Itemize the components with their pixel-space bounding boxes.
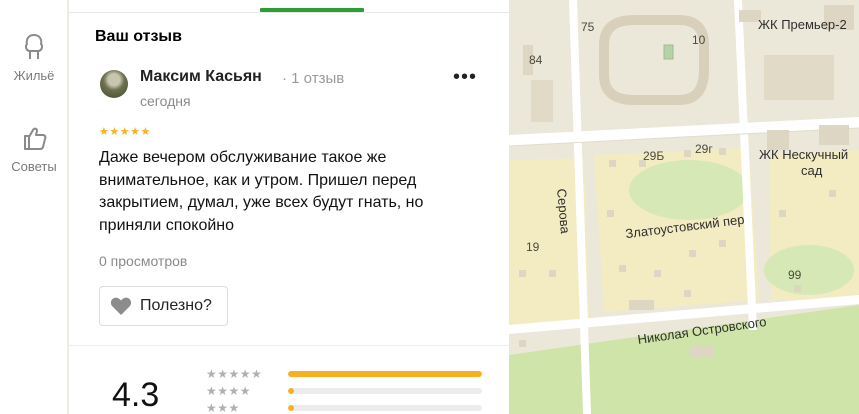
distribution-fill bbox=[288, 405, 294, 411]
overall-rating: 4.3 bbox=[112, 376, 160, 414]
distribution-stars: ★★★★★ bbox=[206, 367, 263, 381]
review-panel: Ваш отзыв Максим Касьян · 1 отзыв сегодн… bbox=[69, 0, 509, 414]
distribution-track bbox=[288, 371, 482, 377]
left-rail: Жильё Советы bbox=[0, 0, 68, 414]
distribution-track bbox=[288, 405, 482, 411]
map-building-label: 19 bbox=[526, 240, 540, 254]
more-options-icon[interactable]: ••• bbox=[453, 67, 477, 94]
distribution-stars: ★★★ bbox=[206, 401, 240, 414]
distribution-fill bbox=[288, 371, 482, 377]
map-building-label: 99 bbox=[788, 268, 802, 282]
rail-item-label: Жильё bbox=[13, 68, 55, 83]
heart-icon bbox=[110, 297, 132, 315]
map-view[interactable]: 75 10 84 ЖК Премьер-2 29Б 29г ЖК Нескучн… bbox=[509, 0, 859, 414]
map-building-label: 84 bbox=[529, 53, 543, 67]
reviews-count-text: 1 отзыв bbox=[291, 70, 345, 87]
views-count: 0 просмотров bbox=[99, 253, 188, 269]
distribution-fill bbox=[288, 388, 294, 394]
rail-item-label: Советы bbox=[11, 159, 57, 174]
avatar[interactable] bbox=[100, 70, 128, 98]
rail-item-tips[interactable]: Советы bbox=[0, 123, 68, 174]
map-poi-label[interactable]: сад bbox=[801, 163, 822, 178]
map-poi-label[interactable]: ЖК Премьер-2 bbox=[758, 17, 847, 32]
distribution-stars: ★★★★ bbox=[206, 384, 252, 398]
map-building-label: 29г bbox=[695, 142, 713, 156]
useful-button[interactable]: Полезно? bbox=[99, 286, 228, 326]
housing-icon bbox=[25, 34, 43, 59]
review-stars: ★★★★★ bbox=[99, 126, 151, 138]
rating-distribution-row: ★★★ bbox=[206, 401, 506, 414]
tab-divider bbox=[69, 12, 509, 13]
map-building-label: 75 bbox=[581, 20, 595, 34]
author-name[interactable]: Максим Касьян bbox=[140, 68, 262, 86]
distribution-track bbox=[288, 388, 482, 394]
map-building-label: 29Б bbox=[643, 149, 665, 163]
thumbs-up-icon bbox=[24, 127, 47, 150]
review-date: сегодня bbox=[140, 93, 191, 109]
map-building-label: 10 bbox=[692, 33, 706, 47]
useful-button-label: Полезно? bbox=[140, 297, 212, 314]
rating-distribution-row: ★★★★ bbox=[206, 384, 506, 398]
rating-distribution-row: ★★★★★ bbox=[206, 367, 506, 381]
author-reviews-count: · 1 отзыв bbox=[282, 70, 345, 87]
active-tab-indicator bbox=[260, 8, 364, 12]
map-poi-label[interactable]: ЖК Нескучный bbox=[759, 147, 848, 162]
review-text: Даже вечером обслуживание такое же внима… bbox=[99, 149, 424, 234]
section-title: Ваш отзыв bbox=[95, 28, 182, 45]
section-divider bbox=[69, 345, 509, 346]
rail-item-housing[interactable]: Жильё bbox=[0, 32, 68, 83]
